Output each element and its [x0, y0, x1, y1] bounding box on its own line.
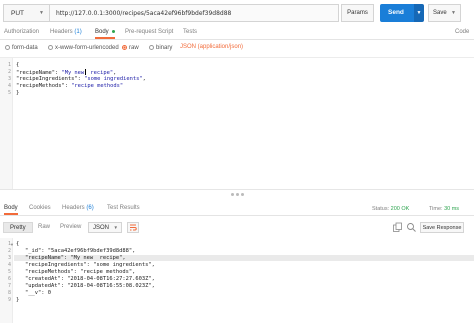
radio-label: form-data [12, 45, 38, 51]
save-response-button[interactable]: Save Response [420, 222, 464, 233]
radio-form-data[interactable]: form-data [5, 45, 38, 51]
params-button[interactable]: Params [341, 4, 374, 22]
code-line: "recipeIngredients": "some ingredients", [16, 76, 146, 82]
line-number: 1 [7, 62, 11, 68]
tab-test-results[interactable]: Test Results [107, 205, 140, 211]
method-select[interactable]: PUT ▼ [3, 4, 50, 22]
tab-response-body[interactable]: Body [4, 205, 18, 215]
headers-count: (1) [74, 29, 82, 35]
code-link[interactable]: Code [455, 29, 469, 35]
send-options-button[interactable]: ▼ [414, 4, 424, 22]
request-tabs: Authorization Headers (1) Body Pre-reque… [0, 27, 474, 40]
line-number: 5 [7, 269, 11, 275]
code-line: "recipeIngredients": "some ingredients", [25, 262, 155, 268]
pane-resize-handle[interactable] [236, 193, 239, 196]
url-input[interactable]: http://127.0.0.1:3000/recipes/5aca42ef96… [50, 4, 339, 22]
radio-urlencoded[interactable]: x-www-form-urlencoded [48, 45, 119, 51]
radio-icon [48, 45, 53, 50]
line-number: 2 [7, 69, 11, 75]
line-number: 6 [7, 276, 11, 282]
tab-cookies[interactable]: Cookies [29, 205, 51, 211]
line-number: 7 [7, 283, 11, 289]
radio-label: x-www-form-urlencoded [55, 45, 119, 51]
code-line: } [16, 297, 20, 303]
preview-button[interactable]: Preview [54, 222, 87, 233]
radio-raw[interactable]: raw [122, 45, 139, 51]
tab-headers-label: Headers [62, 205, 85, 211]
wrap-lines-icon [130, 224, 137, 231]
code-line: "recipeMethods": "recipe methods" [16, 83, 123, 89]
wrap-lines-button[interactable] [127, 222, 139, 233]
radio-icon [149, 45, 154, 50]
code-line: "recipeMethods": "recipe methods", [25, 269, 136, 275]
pretty-button[interactable]: Pretty [3, 222, 33, 233]
status-value: 200 OK [390, 206, 410, 212]
copy-button[interactable] [392, 222, 403, 233]
json-string: "recipe methods" [71, 83, 124, 89]
response-toolbar: Pretty Raw Preview JSON ▼ Save Response [0, 219, 474, 236]
response-tabs: Body Cookies Headers (6) Test Results St… [0, 203, 474, 216]
fold-arrow-icon[interactable]: ▼ [10, 242, 14, 247]
code-line: { [16, 241, 20, 247]
chevron-down-icon: ▼ [39, 10, 44, 16]
tab-headers-label: Headers [50, 29, 73, 35]
search-button[interactable] [406, 222, 417, 233]
save-button[interactable]: Save ▼ [428, 4, 461, 22]
chevron-down-icon: ▼ [113, 225, 118, 230]
line-number: 3 [7, 255, 11, 261]
tab-headers[interactable]: Headers (1) [50, 29, 82, 35]
tab-authorization[interactable]: Authorization [4, 29, 39, 35]
response-body-viewer[interactable]: 1 2 3 4 5 6 7 8 9 ▼ { "_id": "5aca42ef96… [0, 238, 474, 323]
json-key: "recipeMethods" [16, 83, 65, 89]
code-line: { [16, 62, 20, 68]
response-time: Time: 30 ms [429, 206, 459, 212]
json-string: "some ingredients" [84, 76, 143, 82]
time-label: Time: [429, 206, 443, 212]
format-value: JSON [93, 225, 110, 231]
radio-binary[interactable]: binary [149, 45, 172, 51]
response-status: Status: 200 OK [372, 206, 409, 212]
code-line: } [16, 90, 20, 96]
tab-body-label: Body [95, 29, 109, 35]
tab-response-headers[interactable]: Headers (6) [62, 205, 94, 211]
line-number: 4 [7, 262, 11, 268]
radio-label: raw [129, 45, 139, 51]
request-bar: PUT ▼ http://127.0.0.1:3000/recipes/5aca… [0, 0, 474, 27]
save-label: Save [433, 10, 447, 16]
line-number: 8 [7, 290, 11, 296]
radio-label: binary [156, 45, 173, 51]
code-line: "recipeName": "My new recipe", [16, 69, 116, 76]
send-button[interactable]: Send [380, 4, 414, 22]
line-number: 2 [7, 248, 11, 254]
format-select[interactable]: JSON ▼ [88, 222, 122, 233]
line-number: 9 [7, 297, 11, 303]
tab-prerequest-script[interactable]: Pre-request Script [125, 29, 173, 35]
code-line: "createdAt": "2018-04-08T16:27:27.603Z", [25, 276, 155, 282]
code-line: "updatedAt": "2018-04-08T16:55:08.023Z", [25, 283, 155, 289]
body-type-options: form-data x-www-form-urlencoded raw bina… [0, 41, 474, 55]
time-value: 30 ms [444, 206, 460, 212]
copy-icon [393, 222, 402, 232]
content-type-select[interactable]: JSON (application/json) [180, 44, 243, 50]
radio-selected-icon [122, 45, 127, 50]
tab-tests[interactable]: Tests [183, 29, 197, 35]
code-line: "_id": "5aca42ef96bf9bdef39d8d88", [25, 248, 136, 254]
method-value: PUT [11, 10, 24, 17]
search-icon [407, 223, 416, 232]
json-comma: , [142, 76, 146, 82]
code-line: "__v": 0 [25, 290, 51, 296]
chevron-down-icon: ▼ [451, 10, 456, 16]
request-body-editor[interactable]: 1 2 3 4 5 { "recipeName": "My new recipe… [0, 57, 474, 190]
code-line: "recipeName": "My new recipe", [25, 255, 126, 261]
line-number: 5 [7, 90, 11, 96]
line-number: 4 [7, 83, 11, 89]
radio-icon [5, 45, 10, 50]
status-label: Status: [372, 206, 390, 212]
json-key: "recipeIngredients" [16, 76, 78, 82]
tab-body[interactable]: Body [95, 29, 116, 39]
headers-count: (6) [86, 205, 94, 211]
raw-button[interactable]: Raw [32, 222, 56, 233]
body-indicator-dot [112, 29, 116, 33]
line-number: 3 [7, 76, 11, 82]
